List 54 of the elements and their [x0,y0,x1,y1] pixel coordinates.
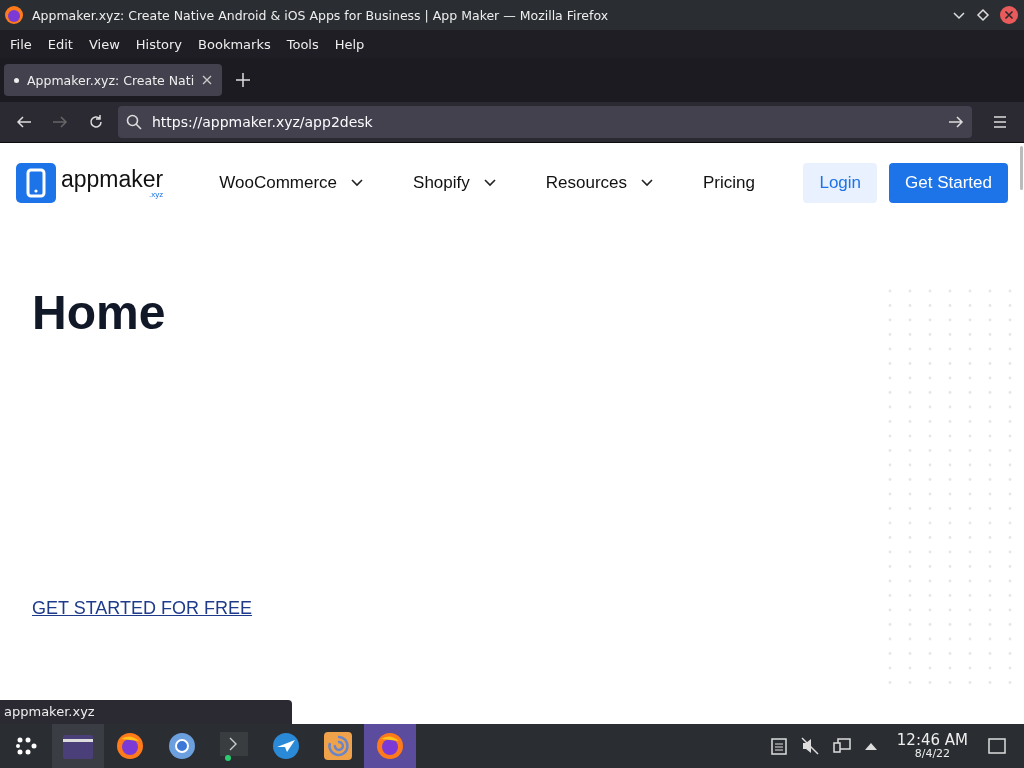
clipboard-icon[interactable] [770,737,787,755]
new-tab-icon[interactable] [236,73,250,87]
menu-item[interactable]: Help [334,36,365,52]
swirl-icon [323,731,353,761]
firefox-icon [115,731,145,761]
nav-link[interactable]: Shopify [413,173,496,193]
firefox-icon [375,731,405,761]
chevron-down-icon [641,179,654,187]
close-icon[interactable] [202,75,212,85]
address-bar[interactable]: https://appmaker.xyz/app2desk [118,106,972,138]
arrow-icon[interactable] [948,114,964,130]
page-heading: Home [32,285,166,340]
folder-icon [63,733,93,759]
menu-item[interactable]: View [88,36,120,52]
menu-icon[interactable] [992,114,1008,130]
get-started-button[interactable]: Get Started [889,163,1008,203]
show-desktop-icon[interactable] [988,737,1006,755]
network-icon[interactable] [832,737,851,755]
firefox-icon [4,5,24,25]
nav-link[interactable]: Resources [545,173,654,193]
menu-item[interactable]: History [135,36,183,52]
clock-time[interactable]: 12:46 AM [896,731,968,749]
favicon-icon [14,77,19,83]
close-icon[interactable] [1000,6,1018,24]
menu-item[interactable]: Tools [286,36,319,52]
window-title: Appmaker.xyz: Create Native Android & iOS Apps for Business | App Maker — Mozilla Firefox [32,7,610,23]
chromium-icon [167,731,197,761]
get-started-link[interactable]: GET STARTED FOR FREE [32,598,253,619]
muted-speaker-icon[interactable] [800,737,819,755]
url-text: https://appmaker.xyz/app2desk [152,114,374,130]
maximize-icon[interactable] [976,8,990,22]
search-icon [126,114,142,130]
forward-icon[interactable] [52,114,68,130]
taskbar-item[interactable] [52,724,104,768]
scrollbar-thumb[interactable] [1020,146,1023,190]
logo-suffix: .xyz [149,190,164,199]
chevron-down-icon [483,179,496,187]
nav-link[interactable]: Pricing [703,173,755,193]
phone-logo-icon[interactable] [16,163,56,203]
chevron-down-icon [351,179,364,187]
terminal-icon [219,731,249,761]
login-button[interactable]: Login [803,163,878,203]
reload-icon[interactable] [88,114,104,130]
tab-title: Appmaker.xyz: Create Nati [27,72,194,88]
nav-link[interactable]: WooCommerce [219,173,364,193]
status-tooltip: appmaker.xyz [0,700,292,724]
menu-item[interactable]: File [10,36,32,52]
menu-item[interactable]: Edit [47,36,73,52]
clock-date[interactable]: 8/4/22 [914,748,951,761]
back-icon[interactable] [16,114,32,130]
browser-tab[interactable]: Appmaker.xyz: Create Nati [4,64,222,96]
caret-icon[interactable] [864,742,877,750]
menu-item[interactable]: Bookmarks [198,36,271,52]
logo-text[interactable]: appmaker [61,167,164,191]
